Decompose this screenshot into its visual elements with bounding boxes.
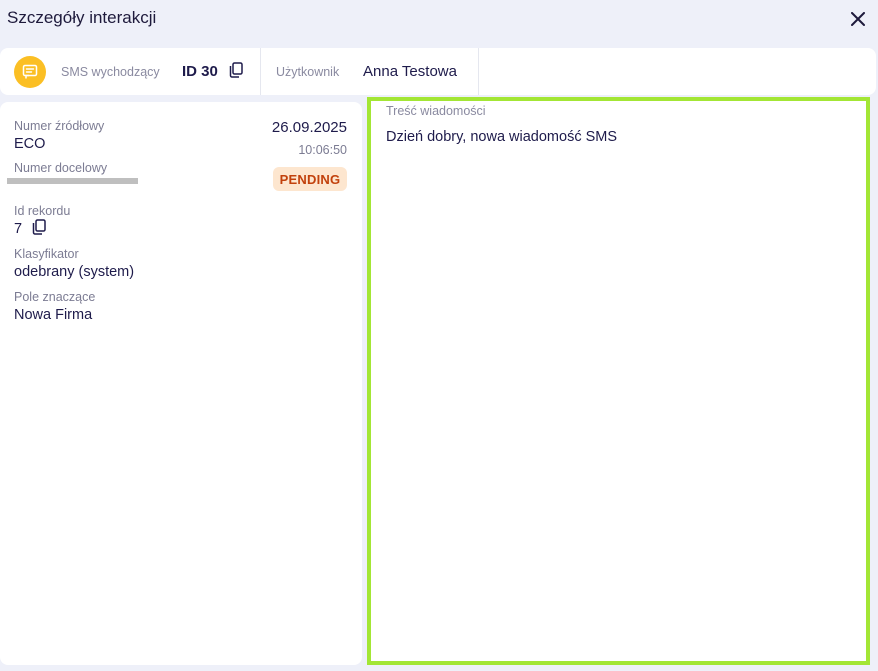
close-button[interactable] <box>845 6 871 32</box>
interaction-date: 26.09.2025 <box>271 119 347 136</box>
interaction-summary-bar: SMS wychodzący ID 30 Użytkownik Anna Tes… <box>0 48 876 95</box>
dialog-header: Szczegóły interakcji <box>0 0 878 40</box>
details-panel: Numer źródłowy ECO Numer docelowy 26.09.… <box>0 102 362 665</box>
status-badge: PENDING <box>273 167 347 191</box>
message-body: Dzień dobry, nowa wiadomość SMS <box>386 129 618 145</box>
classifier-value: odebrany (system) <box>14 264 135 280</box>
user-label: Użytkownik <box>276 65 340 79</box>
message-label: Treść wiadomości <box>386 104 486 118</box>
dialog-title: Szczegóły interakcji <box>7 8 157 27</box>
interaction-id: ID 30 <box>182 63 218 80</box>
target-number-label: Numer docelowy <box>14 161 108 175</box>
message-content-panel: Treść wiadomości Dzień dobry, nowa wiado… <box>367 97 870 665</box>
target-number-masked-value <box>7 178 138 184</box>
interaction-time: 10:06:50 <box>298 143 347 157</box>
significant-field-value: Nowa Firma <box>14 307 93 323</box>
source-number-value: ECO <box>14 136 46 152</box>
interaction-type-label: SMS wychodzący <box>61 65 160 79</box>
classifier-label: Klasyfikator <box>14 247 79 261</box>
copy-id-icon[interactable] <box>229 62 243 78</box>
significant-field-label: Pole znaczące <box>14 290 96 304</box>
divider <box>478 48 479 95</box>
sms-icon <box>14 56 46 88</box>
close-icon <box>851 12 865 26</box>
record-id-label: Id rekordu <box>14 204 71 218</box>
source-number-label: Numer źródłowy <box>14 119 105 133</box>
user-value: Anna Testowa <box>363 63 457 80</box>
record-id-value: 7 <box>14 221 23 237</box>
copy-record-id-icon[interactable] <box>32 219 46 235</box>
divider <box>260 48 261 95</box>
